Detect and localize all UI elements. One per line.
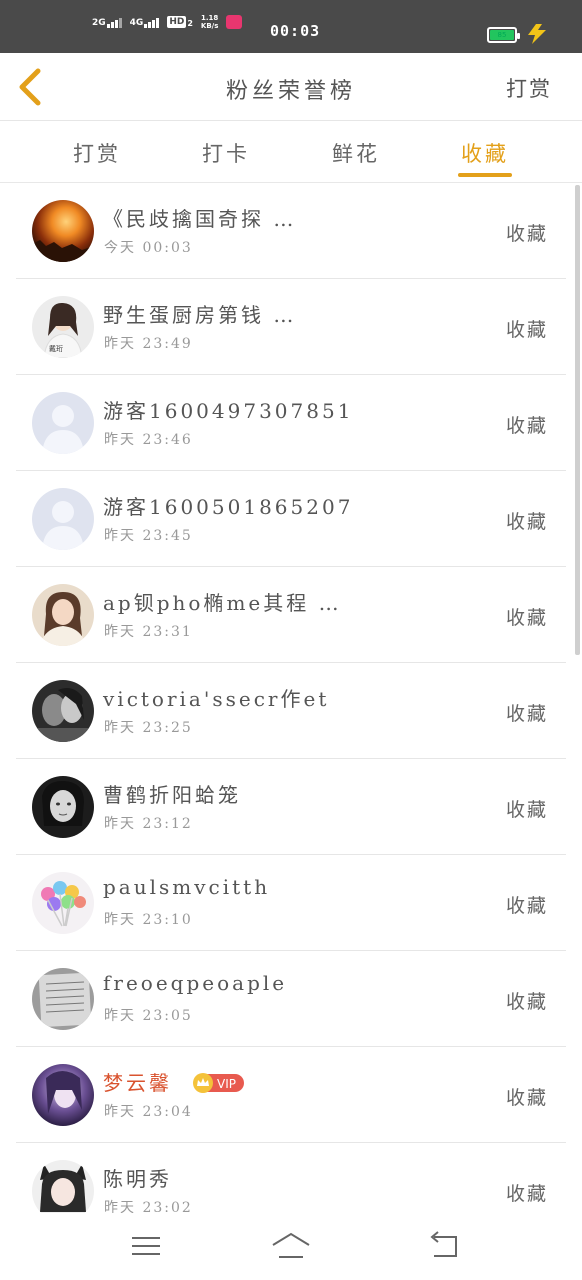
- username: 曹鹤折阳蛤笼: [103, 783, 241, 807]
- default-avatar-icon: [32, 392, 94, 454]
- hd-icon: HD 2: [167, 16, 193, 28]
- username: 游客1600497307851: [103, 399, 354, 423]
- list-item[interactable]: paulsmvcitth 昨天 23:10 收藏: [16, 855, 566, 951]
- avatar: [32, 584, 94, 646]
- fan-list: 《民歧擒国奇探 … 今天 00:03 收藏 戴珩 野生蛋厨房第钱 … 昨天 23…: [0, 183, 582, 1213]
- app-notification-icon: [226, 15, 243, 29]
- username: paulsmvcitth: [103, 875, 271, 899]
- avatar: [32, 392, 94, 454]
- username: freoeqpeoaple: [103, 971, 288, 995]
- action-label: 收藏: [505, 415, 548, 437]
- purple-portrait-image: [32, 1064, 94, 1126]
- avatar: [32, 488, 94, 550]
- reward-button[interactable]: 打赏: [506, 73, 552, 103]
- signal-bars-icon: [106, 16, 122, 28]
- action-label: 收藏: [505, 223, 548, 245]
- status-icons: 2G 4G HD 2 1.18 KB/s: [92, 14, 243, 30]
- page-title: 粉丝荣誉榜: [225, 79, 356, 104]
- bw-couple-image: [32, 680, 94, 742]
- action-label: 收藏: [505, 1087, 548, 1109]
- list-item[interactable]: 游客1600497307851 昨天 23:46 收藏: [16, 375, 566, 471]
- action-label: 收藏: [505, 703, 548, 725]
- action-label: 收藏: [505, 799, 548, 821]
- top-bar: 粉丝荣誉榜 打赏: [0, 53, 582, 121]
- signal-bars-icon: [144, 16, 160, 28]
- battery-icon: 85: [487, 27, 520, 43]
- list-item[interactable]: 游客1600501865207 昨天 23:45 收藏: [16, 471, 566, 567]
- tab-reward[interactable]: 打赏: [57, 138, 137, 168]
- list-item[interactable]: 戴珩 野生蛋厨房第钱 … 昨天 23:49 收藏: [16, 279, 566, 375]
- list-item[interactable]: freoeqpeoaple 昨天 23:05 收藏: [16, 951, 566, 1047]
- action-label: 收藏: [505, 1183, 548, 1205]
- list-item[interactable]: 梦云馨 VIP 昨天 23:04 收藏: [16, 1047, 566, 1143]
- username: 野生蛋厨房第钱 …: [103, 303, 297, 327]
- list-item[interactable]: ap钡pho椭me其程 … 昨天 23:31 收藏: [16, 567, 566, 663]
- action-label: 收藏: [505, 895, 548, 917]
- timestamp: 昨天 23:02: [104, 1200, 193, 1213]
- list-item[interactable]: 陈明秀 昨天 23:02 收藏: [16, 1143, 566, 1213]
- signal-1: 2G: [92, 16, 122, 28]
- timestamp: 昨天 23:49: [104, 336, 193, 352]
- username: victoria'ssecr作et: [103, 687, 330, 711]
- menu-icon[interactable]: [126, 1229, 166, 1263]
- list-item[interactable]: 曹鹤折阳蛤笼 昨天 23:12 收藏: [16, 759, 566, 855]
- username: ap钡pho椭me其程 …: [103, 591, 342, 615]
- timestamp: 昨天 23:45: [104, 528, 193, 544]
- charging-icon: [528, 24, 546, 44]
- lollipops-image: [32, 872, 94, 934]
- avatar: [32, 776, 94, 838]
- action-label: 收藏: [505, 319, 548, 341]
- system-nav-bar: [0, 1213, 582, 1280]
- tab-flowers[interactable]: 鲜花: [316, 138, 396, 168]
- scrollbar[interactable]: [575, 185, 580, 655]
- home-icon[interactable]: [271, 1229, 311, 1263]
- timestamp: 昨天 23:12: [104, 816, 193, 832]
- avatar: [32, 1064, 94, 1126]
- girl-portrait-image: [32, 584, 94, 646]
- avatar: [32, 200, 94, 262]
- timestamp: 昨天 23:31: [104, 624, 193, 640]
- avatar: [32, 872, 94, 934]
- timestamp: 昨天 23:04: [104, 1104, 193, 1120]
- cat-ear-girl-image: [32, 1160, 94, 1213]
- svg-text:戴珩: 戴珩: [49, 344, 63, 353]
- timestamp: 昨天 23:10: [104, 912, 193, 928]
- action-label: 收藏: [505, 511, 548, 533]
- avatar: [32, 680, 94, 742]
- status-bar: 2G 4G HD 2 1.18 KB/s 00:03 85: [0, 0, 582, 53]
- network-speed: 1.18 KB/s: [200, 14, 219, 30]
- list-item[interactable]: victoria'ssecr作et 昨天 23:25 收藏: [16, 663, 566, 759]
- avatar: [32, 1160, 94, 1213]
- tab-checkin[interactable]: 打卡: [186, 138, 266, 168]
- woman-portrait-image: 戴珩: [32, 296, 94, 358]
- active-tab-indicator: [458, 173, 512, 177]
- timestamp: 昨天 23:46: [104, 432, 193, 448]
- tab-favorites[interactable]: 收藏: [445, 138, 525, 168]
- back-icon[interactable]: [424, 1229, 464, 1263]
- paper-image: [32, 968, 94, 1030]
- action-label: 收藏: [505, 607, 548, 629]
- username: 陈明秀: [103, 1167, 172, 1191]
- default-avatar-icon: [32, 488, 94, 550]
- tab-bar: 打赏 打卡 鲜花 收藏: [0, 122, 582, 183]
- timestamp: 今天 00:03: [104, 240, 193, 256]
- vip-crown-badge-icon: VIP: [193, 1073, 244, 1093]
- bw-portrait-image: [32, 776, 94, 838]
- avatar: [32, 968, 94, 1030]
- username: 《民歧擒国奇探 …: [103, 207, 297, 231]
- timestamp: 昨天 23:25: [104, 720, 193, 736]
- action-label: 收藏: [505, 991, 548, 1013]
- signal-2: 4G: [130, 16, 160, 28]
- fire-landscape-image: [32, 200, 94, 262]
- clock: 00:03: [270, 22, 321, 40]
- avatar: 戴珩: [32, 296, 94, 358]
- username: 梦云馨: [103, 1071, 172, 1095]
- timestamp: 昨天 23:05: [104, 1008, 193, 1024]
- list-item[interactable]: 《民歧擒国奇探 … 今天 00:03 收藏: [16, 183, 566, 279]
- username: 游客1600501865207: [103, 495, 354, 519]
- vip-label: VIP: [217, 1077, 236, 1091]
